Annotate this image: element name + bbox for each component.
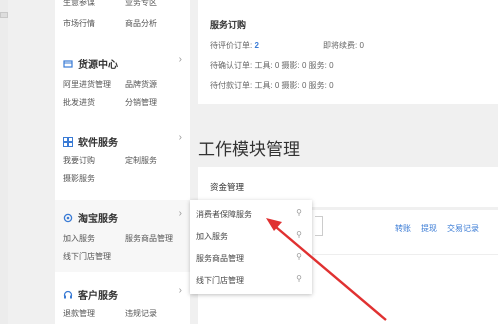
- arrow-shaft: [269, 221, 387, 321]
- red-annotation-arrow: [266, 218, 387, 321]
